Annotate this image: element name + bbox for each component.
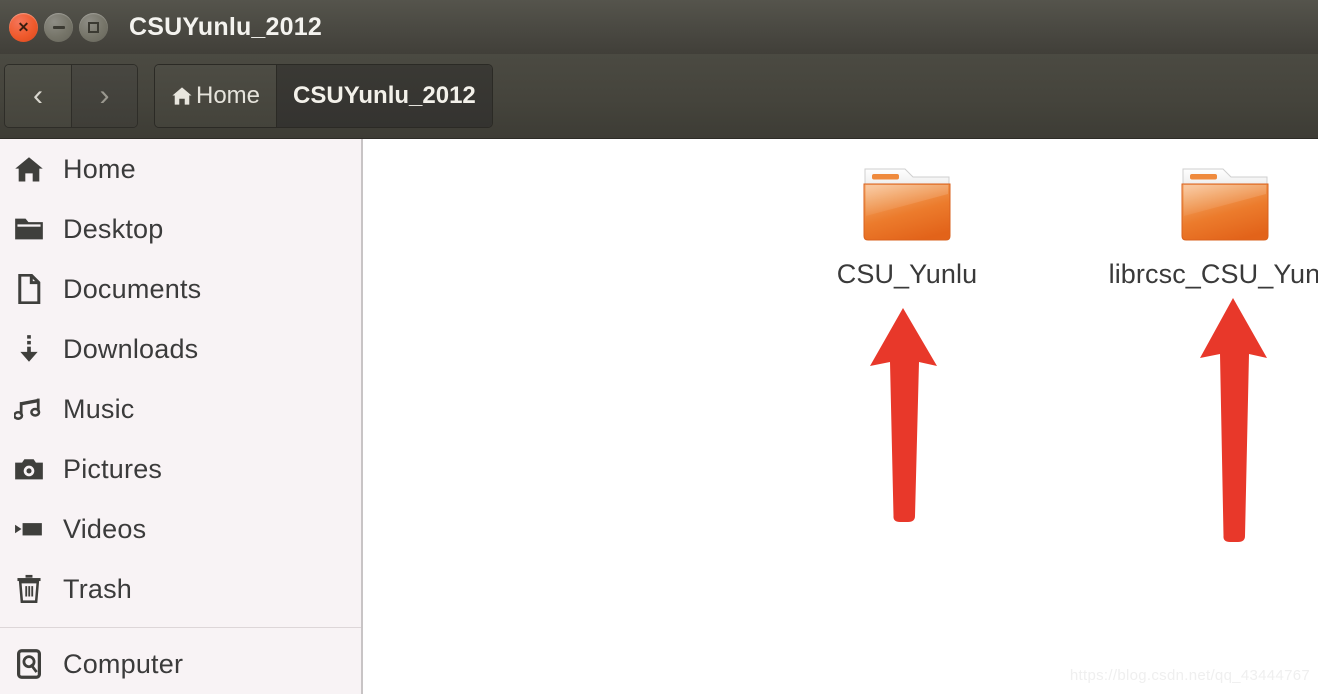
breadcrumb-item-current[interactable]: CSUYunlu_2012 [276,65,492,127]
forward-button[interactable]: › [71,65,137,127]
sidebar-item-label: Trash [63,573,133,604]
maximize-button[interactable] [79,12,108,42]
chevron-left-icon: ‹ [33,79,43,112]
sidebar-item-music[interactable]: Music [0,379,361,439]
file-list-view[interactable]: CSU_Yunlu librcsc_CSU_Yun https://blog.c… [365,139,1318,694]
folder-icon [12,212,46,246]
sidebar-item-pictures[interactable]: Pictures [0,439,361,499]
sidebar-separator [0,627,361,628]
red-arrow-right [1193,294,1273,544]
sidebar-item-label: Home [63,153,136,184]
close-button[interactable]: ✕ [9,12,38,42]
sidebar-item-label: Downloads [63,333,199,364]
red-arrow-left [863,304,943,524]
file-label: CSU_Yunlu [836,259,978,289]
sidebar-item-label: Computer [63,648,184,679]
breadcrumb-item-home[interactable]: Home [155,65,277,127]
breadcrumb-label-current: CSUYunlu_2012 [293,82,476,109]
trash-icon [12,572,46,606]
places-sidebar[interactable]: Home Desktop Documents Downloads Music P… [0,139,363,694]
close-icon: ✕ [17,19,30,35]
window-title: CSUYunlu_2012 [129,12,322,41]
sidebar-item-label: Videos [63,513,147,544]
icon-grid: CSU_Yunlu librcsc_CSU_Yun https://blog.c… [365,139,1318,694]
minimize-button[interactable] [44,12,73,42]
back-button[interactable]: ‹ [5,65,71,127]
file-manager-window: ✕ CSUYunlu_2012 ‹ › Home CSUYunlu_2012 H… [0,0,1318,694]
file-label: librcsc_CSU_Yunlu [1108,259,1318,289]
folder-icon [863,168,951,241]
folder-icon [1181,168,1269,241]
sidebar-item-label: Desktop [63,213,164,244]
chevron-right-icon: › [99,79,110,112]
breadcrumb-label-home: Home [196,82,261,109]
watermark-text: https://blog.csdn.net/qq_43444767 [1069,667,1310,684]
camera-icon [12,452,46,486]
sidebar-item-documents[interactable]: Documents [0,259,361,319]
download-icon [12,332,46,366]
title-bar: ✕ CSUYunlu_2012 [0,0,1318,54]
breadcrumb: Home CSUYunlu_2012 [154,64,493,128]
sidebar-item-label: Music [63,393,135,424]
video-camera-icon [12,512,46,546]
sidebar-item-computer[interactable]: Computer [0,634,361,694]
nav-button-group: ‹ › [4,64,138,128]
music-note-icon [12,392,46,426]
file-item[interactable]: CSU_Yunlu [817,164,997,290]
document-icon [12,272,46,306]
home-icon [12,152,46,186]
computer-disk-icon [12,647,46,681]
navigation-toolbar: ‹ › Home CSUYunlu_2012 [0,54,1318,139]
file-item[interactable]: librcsc_CSU_Yunlu [1070,164,1318,290]
sidebar-item-trash[interactable]: Trash [0,559,361,619]
window-controls: ✕ [9,12,108,42]
sidebar-item-desktop[interactable]: Desktop [0,199,361,259]
sidebar-item-label: Documents [63,273,202,304]
sidebar-item-home[interactable]: Home [0,139,361,199]
home-icon [172,87,192,105]
sidebar-item-videos[interactable]: Videos [0,499,361,559]
minimize-icon [52,25,65,29]
sidebar-item-downloads[interactable]: Downloads [0,319,361,379]
sidebar-item-label: Pictures [63,453,163,484]
maximize-icon [88,21,99,33]
